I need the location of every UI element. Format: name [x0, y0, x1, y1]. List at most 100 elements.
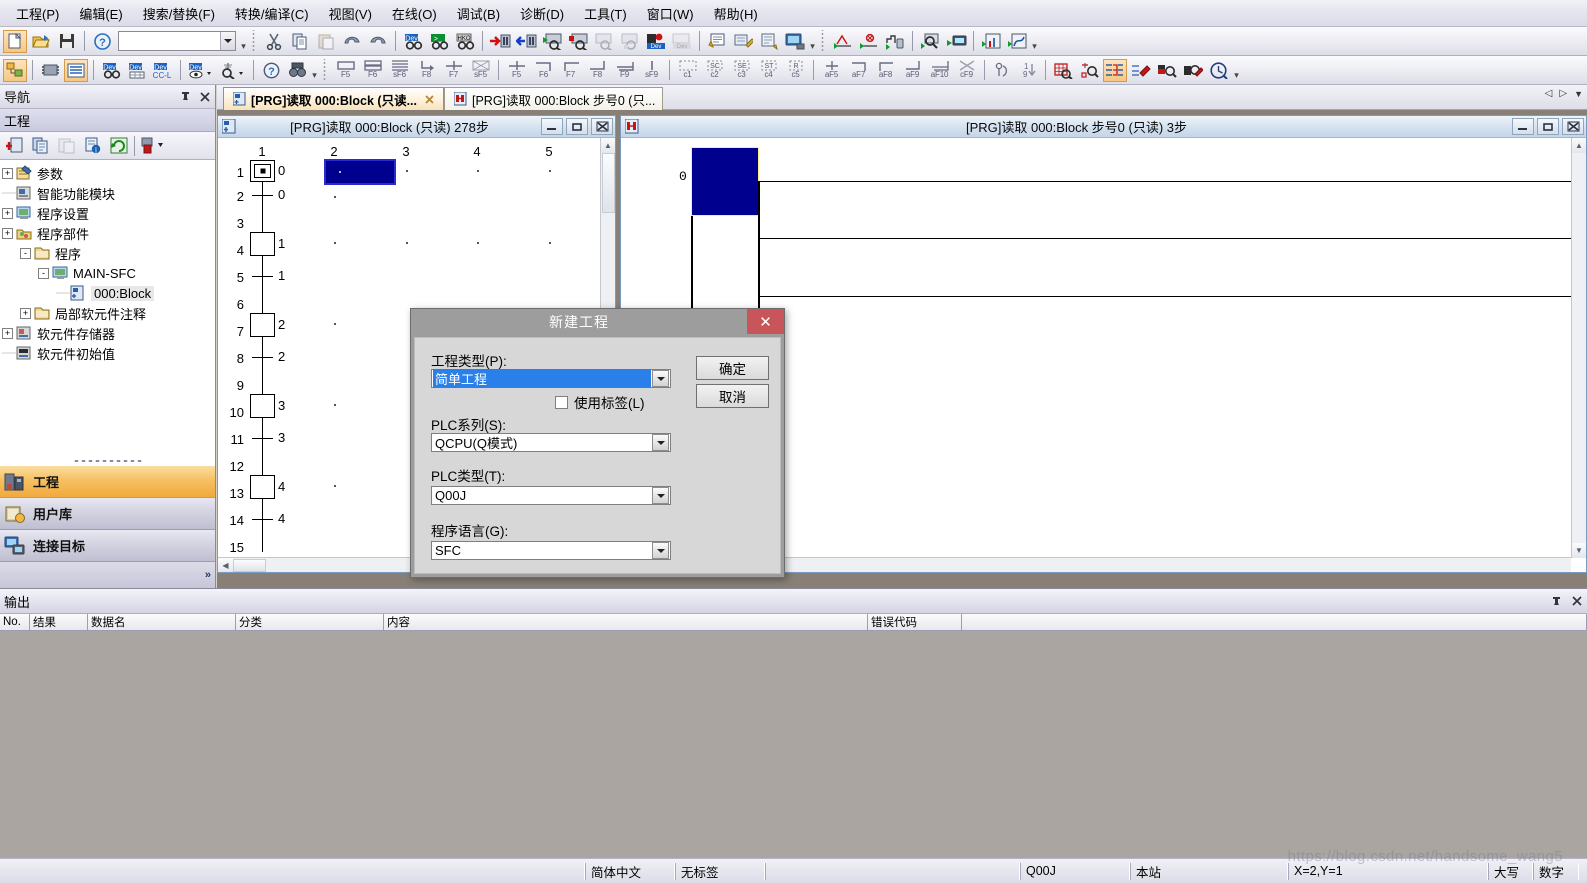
minimize-button[interactable]: [541, 118, 563, 135]
docking-window-icon[interactable]: [64, 58, 88, 82]
copy-icon[interactable]: [288, 30, 312, 53]
add-new-data-icon[interactable]: [3, 134, 27, 157]
maximize-button[interactable]: [1537, 118, 1559, 135]
branch-down-right-icon[interactable]: aF7: [845, 58, 872, 82]
scroll-thumb[interactable]: [233, 558, 266, 572]
tree-node-pou[interactable]: + 程序部件: [0, 223, 215, 243]
close-button[interactable]: [591, 118, 613, 135]
expander-icon[interactable]: -: [38, 267, 49, 279]
toolbar-grip-ladder[interactable]: [322, 59, 329, 81]
tree-node-local-device-comment[interactable]: + 局部软元件注释: [0, 303, 215, 323]
sfc-step[interactable]: [250, 232, 275, 256]
help-circle-icon[interactable]: ?: [259, 59, 283, 82]
monitor-find-icon[interactable]: >_: [427, 30, 451, 53]
module-config-icon[interactable]: [38, 59, 62, 82]
output-col-result[interactable]: 结果: [30, 614, 88, 630]
sfc-transition-bar[interactable]: [252, 519, 273, 521]
sfc-step[interactable]: [250, 394, 275, 418]
project-type-select[interactable]: 简单工程: [431, 369, 671, 388]
tree-node-intelligent-module[interactable]: 智能功能模块: [0, 183, 215, 203]
sfc-transition-bar[interactable]: [252, 195, 273, 197]
data-property-icon[interactable]: i: [81, 134, 105, 157]
corner-up-left-icon[interactable]: F9: [611, 58, 638, 82]
program-language-select[interactable]: SFC: [431, 541, 671, 560]
tree-node-program-setting[interactable]: + 程序设置: [0, 203, 215, 223]
nav-menu-icon[interactable]: ▼: [1574, 89, 1583, 99]
paste-data-icon[interactable]: [55, 134, 79, 157]
data-name-combo[interactable]: [118, 31, 236, 51]
tree-node-device-memory[interactable]: + 软元件存储器: [0, 323, 215, 343]
step-run-icon[interactable]: [883, 30, 907, 53]
vertical-line-icon[interactable]: sF9: [638, 58, 665, 82]
navigation-window-icon[interactable]: [3, 58, 27, 82]
chevron-down-icon[interactable]: [220, 32, 235, 50]
remote-operation-icon[interactable]: [783, 30, 807, 53]
device-batch2-icon[interactable]: Dev: [670, 30, 694, 53]
toolbar-overflow-5[interactable]: ▾: [1232, 59, 1241, 81]
close-button[interactable]: [1562, 118, 1584, 135]
step-number-icon[interactable]: 19: [1016, 59, 1040, 82]
sfc-block-edit-icon[interactable]: [1129, 59, 1153, 82]
pin-icon[interactable]: [179, 90, 192, 103]
breakpoint-set-icon[interactable]: [831, 30, 855, 53]
maximize-button[interactable]: [566, 118, 588, 135]
sampling-trace-icon[interactable]: [979, 30, 1003, 53]
open-contact-icon[interactable]: F5: [332, 58, 359, 82]
close-icon[interactable]: [1570, 595, 1583, 608]
toolbar-overflow-1[interactable]: ▾: [239, 30, 248, 52]
menu-item-online[interactable]: 在线(O): [382, 0, 447, 27]
sfc-step[interactable]: [250, 475, 275, 499]
jump-icon[interactable]: [990, 59, 1014, 82]
sfc-step-se-icon[interactable]: SE c3: [728, 58, 755, 82]
write-to-plc-icon[interactable]: [488, 30, 512, 53]
toolbar-overflow-2[interactable]: ▾: [808, 30, 817, 52]
closed-branch-icon[interactable]: sF6: [386, 58, 413, 82]
sidebar-item-user-library[interactable]: 用户库: [0, 498, 215, 530]
project-tree[interactable]: + 参数 智能功能模块 + 程序设置 + 程序部件 - 程序 - MAIN-SF…: [0, 160, 215, 456]
tab-sfc-block[interactable]: [PRG]读取 000:Block (只读...: [223, 87, 444, 110]
monitor-write-icon[interactable]: [592, 30, 616, 53]
scroll-left-icon[interactable]: ◀: [218, 557, 233, 572]
device-search-icon[interactable]: [1077, 59, 1101, 82]
breakpoint-clear-icon[interactable]: [857, 30, 881, 53]
save-project-icon[interactable]: [55, 30, 79, 53]
toolbar-overflow-4[interactable]: ▾: [310, 59, 319, 81]
scroll-up-icon[interactable]: ▲: [600, 138, 615, 153]
chevron-down-icon[interactable]: [652, 487, 669, 504]
comment-icon[interactable]: [705, 30, 729, 53]
cut-icon[interactable]: [262, 30, 286, 53]
monitor-write2-icon[interactable]: [618, 30, 642, 53]
expander-icon[interactable]: -: [20, 247, 31, 259]
open-project-icon[interactable]: [29, 30, 53, 53]
new-project-icon[interactable]: [3, 29, 27, 53]
menu-item-window[interactable]: 窗口(W): [637, 0, 704, 27]
sidebar-item-connection-destination[interactable]: 连接目标: [0, 530, 215, 562]
output-col-errorcode[interactable]: 错误代码: [868, 614, 962, 630]
menu-item-search[interactable]: 搜索/替换(F): [133, 0, 225, 27]
menu-item-help[interactable]: 帮助(H): [704, 0, 768, 27]
cc-link-icon[interactable]: Dev CC-L: [151, 59, 175, 82]
output-col-category[interactable]: 分类: [236, 614, 384, 630]
expander-icon[interactable]: +: [2, 227, 13, 239]
debug-monitor-icon[interactable]: [944, 30, 968, 53]
sfc-transition-bar[interactable]: [252, 357, 273, 359]
vertical-link-down-icon[interactable]: F8: [413, 58, 440, 82]
sfc-selection-cell[interactable]: [324, 159, 396, 185]
expander-icon[interactable]: +: [2, 327, 13, 339]
comment-list-icon[interactable]: [757, 30, 781, 53]
corner-down-right-icon[interactable]: F6: [530, 58, 557, 82]
toolbar-grip-edit[interactable]: [251, 30, 258, 52]
close-icon[interactable]: ✕: [747, 309, 784, 334]
sfc-reset-r-icon[interactable]: R c5: [782, 58, 809, 82]
menu-item-debug[interactable]: 调试(B): [447, 0, 510, 27]
sampling-trace2-icon[interactable]: [1005, 30, 1029, 53]
scroll-up-icon[interactable]: ▲: [1571, 138, 1586, 153]
monitor-stop-icon[interactable]: [566, 30, 590, 53]
device-batch-icon[interactable]: Dev: [644, 30, 668, 53]
branch-down-left-icon[interactable]: aF8: [872, 58, 899, 82]
expander-icon[interactable]: +: [20, 307, 31, 319]
output-rows[interactable]: [0, 631, 1587, 858]
navigation-splitter[interactable]: [0, 456, 215, 466]
chevron-down-icon[interactable]: [652, 370, 669, 387]
zoom-vertical-scrollbar[interactable]: ▲ ▼: [1571, 138, 1586, 558]
